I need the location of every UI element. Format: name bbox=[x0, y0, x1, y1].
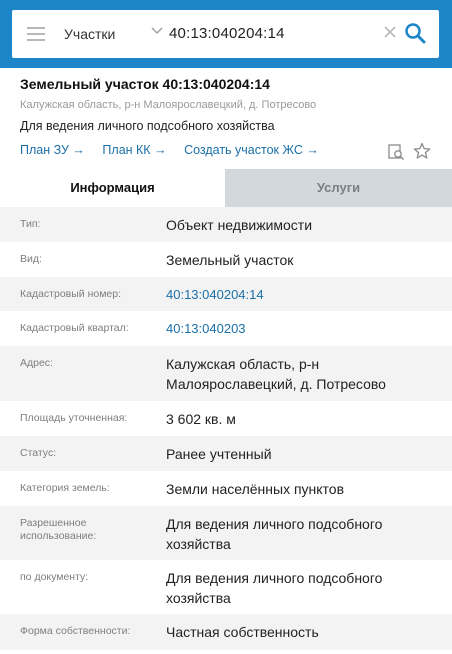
attribute-row-cadastral-number: Кадастровый номер: 40:13:040204:14 bbox=[0, 277, 452, 311]
attribute-row-status: Статус: Ранее учтенный bbox=[0, 436, 452, 471]
tab-information[interactable]: Информация bbox=[0, 169, 225, 207]
tabs: Информация Услуги bbox=[0, 169, 452, 207]
attribute-label: Вид: bbox=[20, 253, 42, 265]
attribute-row-land-category: Категория земель: Земли населённых пункт… bbox=[0, 471, 452, 506]
attribute-label: Площадь уточненная: bbox=[20, 412, 128, 424]
chevron-down-icon bbox=[151, 27, 163, 35]
attribute-label: Кадастровый квартал: bbox=[20, 322, 129, 334]
attribute-row-permitted-use: Разрешенное использование: Для ведения л… bbox=[0, 506, 452, 560]
search-box: Участки 40:13:040204:14 bbox=[12, 10, 439, 58]
attributes-list: Тип: Объект недвижимости Вид: Земельный … bbox=[0, 207, 452, 650]
card-address: Калужская область, р-н Малоярославецкий,… bbox=[20, 99, 317, 111]
attribute-row-by-document: по документу: Для ведения личного подсоб… bbox=[0, 560, 452, 614]
tab-services[interactable]: Услуги bbox=[225, 169, 452, 207]
card-title: Земельный участок 40:13:040204:14 bbox=[20, 76, 270, 92]
attribute-row-ownership: Форма собственности: Частная собственнос… bbox=[0, 614, 452, 650]
document-search-icon[interactable] bbox=[387, 143, 405, 161]
top-bar: Участки 40:13:040204:14 bbox=[0, 0, 452, 68]
plan-kk-link[interactable]: План КК → bbox=[102, 143, 166, 157]
plan-zu-link[interactable]: План ЗУ → bbox=[20, 143, 85, 157]
attribute-label: Статус: bbox=[20, 447, 57, 459]
attribute-value: Для ведения личного подсобного хозяйства bbox=[166, 516, 383, 552]
attribute-row-type: Тип: Объект недвижимости bbox=[0, 207, 452, 242]
card-purpose: Для ведения личного подсобного хозяйства bbox=[20, 119, 275, 133]
object-card: Земельный участок 40:13:040204:14 Калужс… bbox=[0, 68, 452, 654]
attribute-label: Адрес: bbox=[20, 357, 53, 369]
star-icon[interactable] bbox=[413, 142, 431, 160]
attribute-row-address: Адрес: Калужская область, р-н Малояросла… bbox=[0, 346, 452, 401]
attribute-value: 3 602 кв. м bbox=[166, 411, 236, 427]
cadastral-number-link[interactable]: 40:13:040204:14 bbox=[166, 285, 436, 305]
attribute-value: Объект недвижимости bbox=[166, 217, 313, 233]
create-plot-link[interactable]: Создать участок ЖС → bbox=[184, 143, 319, 157]
attribute-label: Тип: bbox=[20, 218, 41, 230]
attribute-value: Частная собственность bbox=[166, 624, 319, 640]
attribute-value: Ранее учтенный bbox=[166, 446, 272, 462]
attribute-value: Земельный участок bbox=[166, 252, 294, 268]
object-type-label: Участки bbox=[64, 26, 116, 42]
attribute-row-area: Площадь уточненная: 3 602 кв. м bbox=[0, 401, 452, 436]
attribute-label: Разрешенное использование: bbox=[20, 517, 97, 542]
attribute-row-kind: Вид: Земельный участок bbox=[0, 242, 452, 277]
attribute-value: Калужская область, р-н Малоярославецкий,… bbox=[166, 356, 386, 392]
attribute-label: Кадастровый номер: bbox=[20, 288, 122, 300]
attribute-label: по документу: bbox=[20, 571, 89, 583]
close-icon[interactable] bbox=[382, 24, 398, 40]
attribute-label: Категория земель: bbox=[20, 482, 110, 494]
attribute-row-cadastral-quarter: Кадастровый квартал: 40:13:040203 bbox=[0, 311, 452, 346]
attribute-label: Форма собственности: bbox=[20, 625, 131, 637]
search-icon[interactable] bbox=[404, 22, 426, 44]
menu-icon[interactable] bbox=[27, 27, 45, 41]
attribute-value: Земли населённых пунктов bbox=[166, 481, 345, 497]
card-links: План ЗУ → План КК → Создать участок ЖС → bbox=[20, 143, 333, 157]
object-type-select[interactable]: Участки bbox=[64, 10, 172, 58]
cadastral-quarter-link[interactable]: 40:13:040203 bbox=[166, 319, 436, 339]
search-input[interactable]: 40:13:040204:14 bbox=[169, 25, 285, 42]
attribute-value: Для ведения личного подсобного хозяйства bbox=[166, 570, 383, 606]
